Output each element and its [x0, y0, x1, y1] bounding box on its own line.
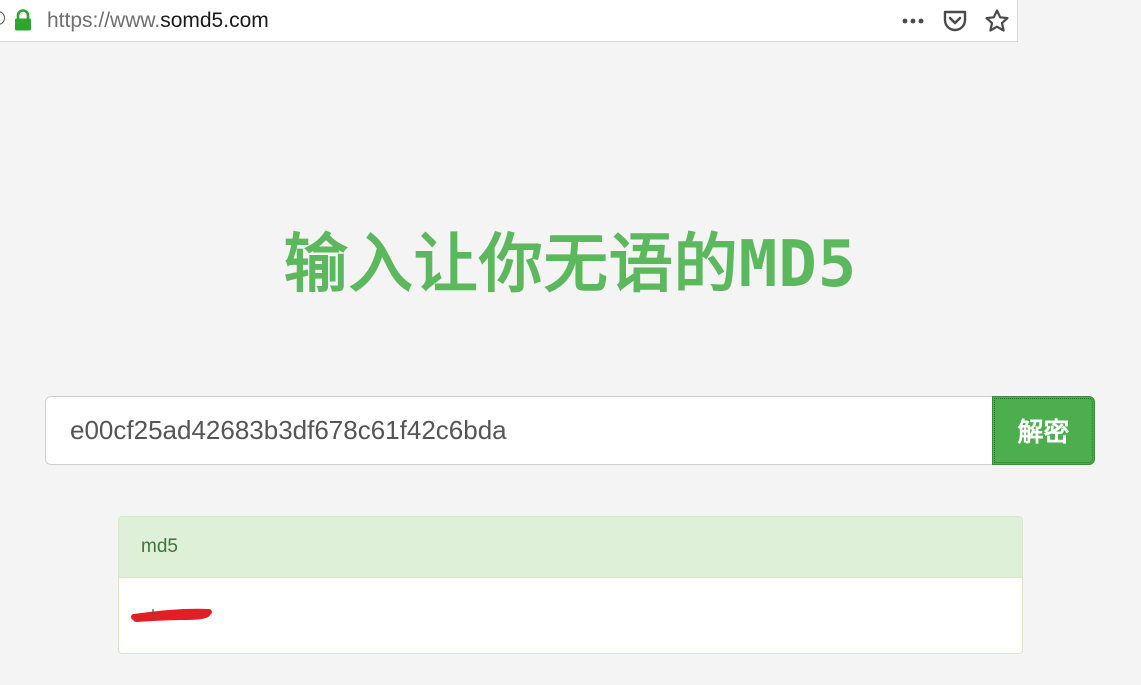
result-panel-body: [119, 578, 1022, 653]
browser-address-bar[interactable]: https://www.somd5.com: [0, 0, 1018, 42]
browser-toolbar-gap: [1019, 0, 1141, 52]
pocket-icon[interactable]: [942, 8, 968, 34]
result-panel-heading: md5: [119, 517, 1022, 578]
result-panel: md5: [118, 516, 1023, 654]
more-actions-icon[interactable]: [900, 8, 926, 34]
url-text[interactable]: https://www.somd5.com: [47, 8, 269, 34]
page-title: 输入让你无语的MD5: [283, 228, 858, 302]
hash-search-group: 解密: [45, 396, 1095, 465]
hash-input[interactable]: [45, 396, 992, 465]
info-icon[interactable]: [0, 11, 5, 25]
decrypt-button[interactable]: 解密: [992, 396, 1095, 465]
bookmark-star-icon[interactable]: [984, 8, 1010, 34]
url-prefix: https://www.: [47, 9, 161, 32]
redaction-mark: [131, 608, 212, 622]
url-domain: somd5.com: [160, 9, 269, 32]
lock-icon[interactable]: [13, 9, 33, 31]
